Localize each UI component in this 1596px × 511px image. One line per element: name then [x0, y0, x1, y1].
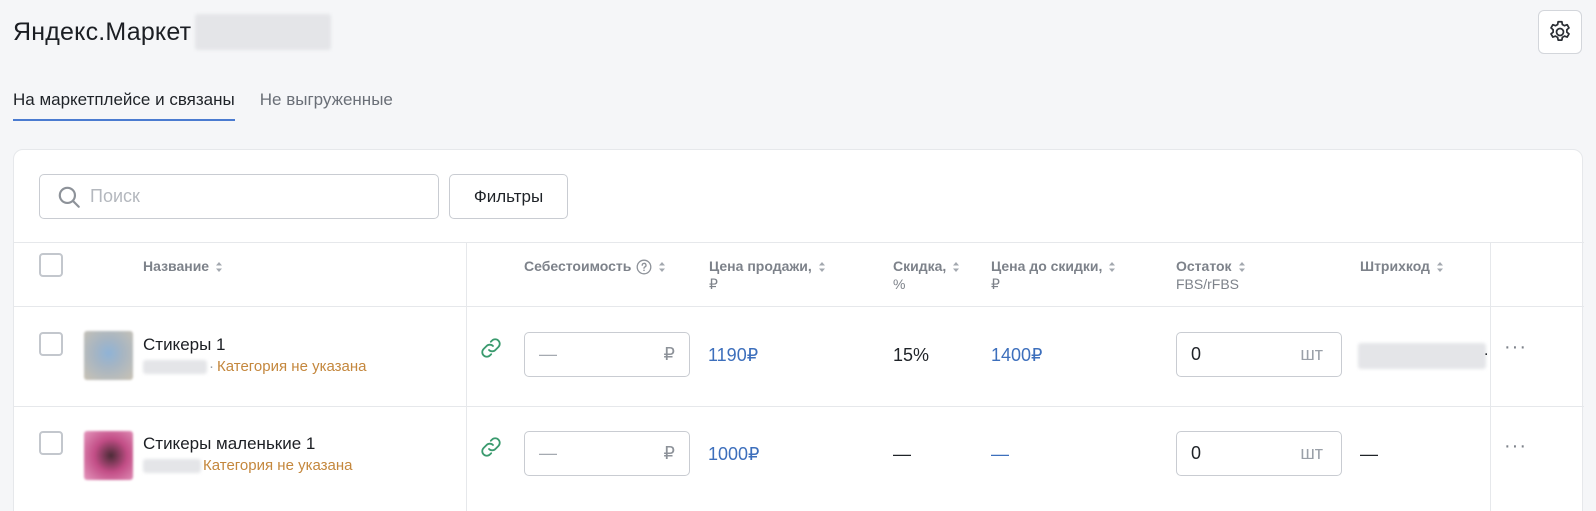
product-meta: Категория не указана — [143, 457, 353, 474]
sale-price-link[interactable]: 1000₽ — [708, 444, 760, 465]
page-title: Яндекс.Маркет — [13, 17, 192, 46]
filters-button[interactable]: Фильтры — [449, 174, 568, 219]
tab-on-marketplace[interactable]: На маркетплейсе и связаны — [13, 90, 235, 121]
barcode-redacted — [1358, 343, 1486, 369]
row-checkbox[interactable] — [39, 431, 63, 455]
column-header-sale-price[interactable]: Цена продажи, ₽ — [709, 257, 826, 293]
tab-not-uploaded[interactable]: Не выгруженные — [260, 90, 393, 121]
category-label[interactable]: Категория не указана — [217, 358, 367, 375]
product-thumbnail[interactable] — [84, 331, 133, 380]
discount-value: 15% — [893, 345, 930, 365]
sort-icon[interactable] — [658, 261, 666, 273]
column-divider — [1490, 242, 1491, 511]
cost-input[interactable]: — ₽ — [524, 332, 690, 377]
barcode-suffix: . — [1484, 342, 1489, 359]
link-icon[interactable] — [479, 435, 503, 459]
row-more-button[interactable]: ··· — [1504, 337, 1527, 357]
cost-input[interactable]: — ₽ — [524, 431, 690, 476]
link-icon[interactable] — [479, 336, 503, 360]
column-header-stock[interactable]: Остаток FBS/rFBS — [1176, 257, 1246, 293]
search-box[interactable] — [39, 174, 439, 219]
sku-redacted — [143, 458, 201, 473]
sort-icon[interactable] — [215, 261, 223, 273]
sale-price-link[interactable]: 1190₽ — [708, 345, 758, 366]
gear-icon — [1550, 20, 1570, 41]
sort-icon[interactable] — [1108, 261, 1116, 273]
barcode-value: — — [1360, 444, 1378, 464]
sort-icon[interactable] — [952, 261, 960, 273]
column-header-barcode[interactable]: Штрихкод — [1360, 257, 1444, 275]
product-name[interactable]: Стикеры маленькие 1 — [143, 434, 315, 454]
sku-redacted — [143, 359, 207, 374]
sort-icon[interactable] — [818, 261, 826, 273]
search-icon — [58, 186, 80, 208]
price-before-link[interactable]: 1400₽ — [991, 345, 1043, 366]
row-checkbox[interactable] — [39, 332, 63, 356]
product-name[interactable]: Стикеры 1 — [143, 335, 226, 355]
price-before-link[interactable]: — — [991, 444, 1009, 465]
products-card: Фильтры Название Себестоимость Цена прод… — [13, 149, 1584, 511]
tabs: На маркетплейсе и связаны Не выгруженные — [13, 90, 393, 121]
column-header-price-before-discount[interactable]: Цена до скидки, ₽ — [991, 257, 1116, 293]
column-header-discount[interactable]: Скидка, % — [893, 257, 960, 293]
product-thumbnail[interactable] — [84, 431, 133, 480]
column-divider — [466, 242, 467, 511]
divider — [14, 306, 1584, 307]
settings-button[interactable] — [1538, 10, 1582, 54]
sort-icon[interactable] — [1238, 261, 1246, 273]
sort-icon[interactable] — [1436, 261, 1444, 273]
stock-input[interactable]: 0 шт — [1176, 332, 1342, 377]
help-icon[interactable] — [636, 259, 652, 275]
category-label[interactable]: Категория не указана — [203, 457, 353, 474]
product-meta: · Категория не указана — [143, 358, 367, 375]
discount-value: — — [893, 444, 911, 464]
divider — [14, 242, 1584, 243]
row-more-button[interactable]: ··· — [1504, 436, 1527, 456]
header: Яндекс.Маркет — [13, 14, 332, 50]
search-input[interactable] — [90, 186, 420, 207]
divider — [14, 406, 1584, 407]
column-header-cost[interactable]: Себестоимость — [524, 257, 666, 275]
stock-input[interactable]: 0 шт — [1176, 431, 1342, 476]
store-name-redacted — [195, 14, 332, 50]
select-all-checkbox[interactable] — [39, 253, 63, 277]
column-header-name[interactable]: Название — [143, 257, 223, 275]
